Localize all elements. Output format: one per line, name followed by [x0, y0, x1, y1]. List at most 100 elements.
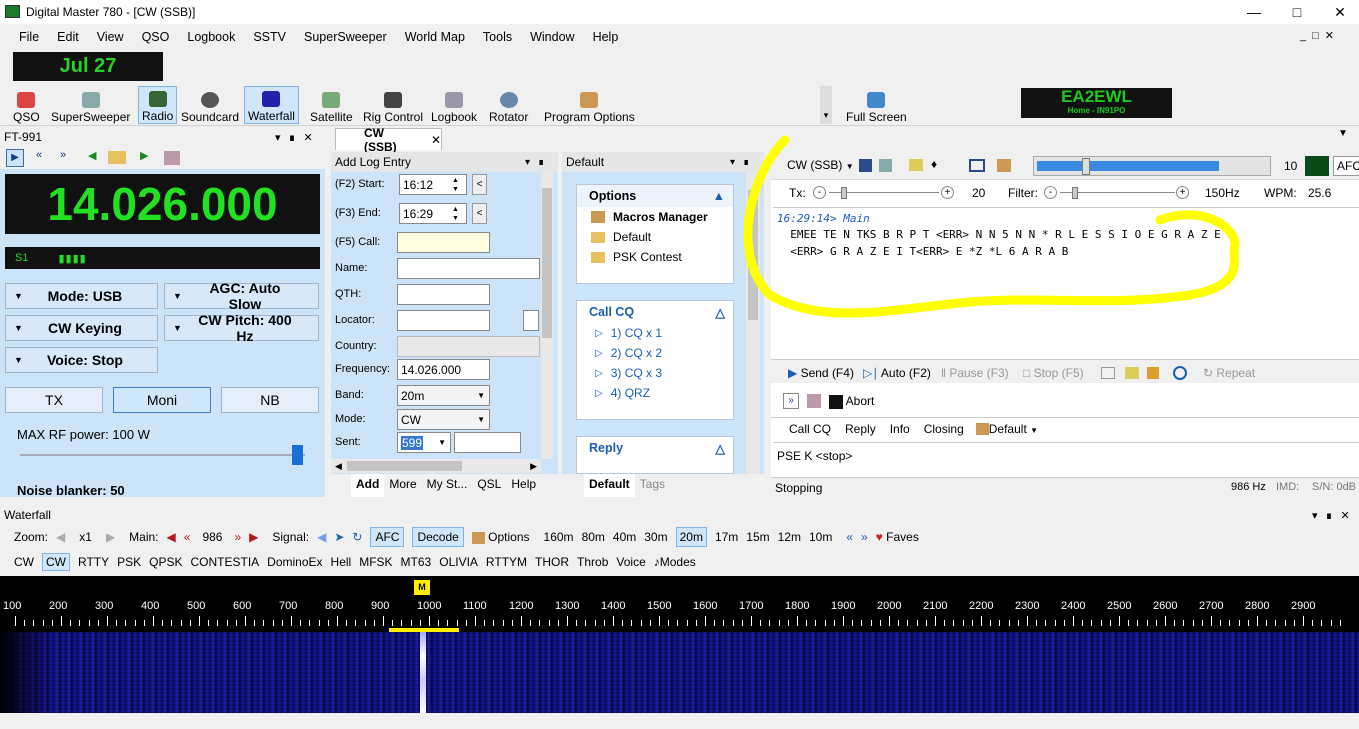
- call-field[interactable]: [397, 232, 490, 253]
- panel-controls[interactable]: ▾∎✕: [275, 131, 321, 144]
- main-fast-left-icon[interactable]: «: [184, 530, 191, 544]
- macro-default-dropdown[interactable]: Default ▼: [975, 422, 1038, 436]
- collapse-icon[interactable]: △: [715, 441, 725, 456]
- band-15m[interactable]: 15m: [746, 530, 769, 544]
- sent-select[interactable]: 599 ▼: [397, 432, 451, 453]
- mode-dominoex[interactable]: DominoEx: [267, 555, 322, 569]
- tab-qsl[interactable]: QSL: [472, 474, 506, 497]
- stop-button[interactable]: □ Stop (F5): [1023, 366, 1084, 380]
- voice-dropdown[interactable]: ▼ Voice: Stop: [5, 347, 158, 373]
- end-spinner[interactable]: ▲ ▼: [452, 205, 459, 223]
- tab-tags[interactable]: Tags: [635, 474, 670, 497]
- macro-link-reply[interactable]: Reply: [845, 422, 876, 436]
- panel-controls[interactable]: ▾∎: [525, 157, 552, 168]
- name-field[interactable]: [397, 258, 540, 279]
- mode-contestia[interactable]: CONTESTIA: [191, 555, 260, 569]
- lock-icon[interactable]: [1147, 367, 1159, 379]
- band-30m[interactable]: 30m: [644, 530, 667, 544]
- default-macro-item[interactable]: Default: [577, 227, 733, 247]
- mode-thor[interactable]: THOR: [535, 555, 569, 569]
- toolbar-waterfall[interactable]: Waterfall: [244, 86, 299, 124]
- clock-icon[interactable]: [1173, 366, 1187, 380]
- clear-icon[interactable]: [1101, 367, 1115, 379]
- next-arrow-icon[interactable]: ▶: [140, 149, 148, 162]
- agc-dropdown[interactable]: ▼ AGC: Auto Slow: [164, 280, 319, 312]
- band-160m[interactable]: 160m: [544, 530, 574, 544]
- toolbar-supersweeper[interactable]: SuperSweeper: [48, 86, 133, 124]
- mdi-controls[interactable]: _□✕: [1300, 29, 1340, 42]
- menu-tools[interactable]: Tools: [474, 30, 521, 44]
- mode-hell[interactable]: Hell: [331, 555, 352, 569]
- tab-my-station[interactable]: My St...: [422, 474, 473, 497]
- band-prev-icon[interactable]: «: [846, 530, 853, 544]
- signal-right-icon[interactable]: ➤: [334, 530, 344, 544]
- toolbar-radio[interactable]: Radio: [138, 86, 178, 124]
- menu-view[interactable]: View: [88, 30, 133, 44]
- repeat-button[interactable]: ↻ Repeat: [1203, 366, 1255, 380]
- start-now-button[interactable]: <: [472, 174, 487, 195]
- toolbar-program-options[interactable]: Program Options: [541, 86, 638, 124]
- cw-pitch-dropdown[interactable]: ▼ CW Pitch: 400 Hz: [164, 312, 319, 344]
- forward-icon[interactable]: »: [60, 149, 66, 161]
- callcq-item-4[interactable]: ▷ 4) QRZ: [577, 383, 733, 403]
- toolbar-rig-control[interactable]: Rig Control: [360, 86, 426, 124]
- mode-rttym[interactable]: RTTYM: [486, 555, 527, 569]
- menu-logbook[interactable]: Logbook: [178, 30, 244, 44]
- maximize-button[interactable]: □: [1274, 0, 1320, 24]
- rf-power-slider[interactable]: [20, 454, 305, 456]
- panel-controls[interactable]: ▾∎✕: [1312, 509, 1358, 522]
- mode-voice[interactable]: Voice: [616, 555, 645, 569]
- toolbar-satellite[interactable]: Satellite: [307, 86, 356, 124]
- band-next-icon[interactable]: »: [861, 530, 868, 544]
- callcq-item-3[interactable]: ▷ 3) CQ x 3: [577, 363, 733, 383]
- panel-overflow-icon[interactable]: ▼: [1338, 128, 1348, 139]
- send-button[interactable]: ▶ Send (F4): [788, 366, 854, 380]
- frequency-marker[interactable]: M: [414, 580, 430, 595]
- macro-link-closing[interactable]: Closing: [924, 422, 964, 436]
- menu-window[interactable]: Window: [521, 30, 583, 44]
- locator-extra-field[interactable]: [523, 310, 539, 331]
- eraser-icon[interactable]: [1125, 367, 1139, 379]
- menu-qso[interactable]: QSO: [133, 30, 179, 44]
- mode-olivia[interactable]: OLIVIA: [439, 555, 478, 569]
- auto-button[interactable]: ▷∣ Auto (F2): [863, 366, 931, 380]
- psk-contest-item[interactable]: PSK Contest: [577, 247, 733, 267]
- mode-select[interactable]: CW ▼: [397, 409, 490, 430]
- mode-qpsk[interactable]: QPSK: [149, 555, 182, 569]
- callcq-item-2[interactable]: ▷ 2) CQ x 2: [577, 343, 733, 363]
- main-right-icon[interactable]: ▶: [249, 530, 258, 544]
- menu-supersweeper[interactable]: SuperSweeper: [295, 30, 396, 44]
- mode-cw[interactable]: CW: [42, 553, 70, 571]
- wf-options-button[interactable]: Options: [471, 530, 530, 544]
- moni-button[interactable]: Moni: [113, 387, 211, 413]
- band-12m[interactable]: 12m: [778, 530, 801, 544]
- tab-help[interactable]: Help: [506, 474, 541, 497]
- main-fast-right-icon[interactable]: »: [234, 530, 241, 544]
- cw-keying-dropdown[interactable]: ▼ CW Keying: [5, 315, 158, 341]
- callcq-header[interactable]: Call CQ △: [577, 301, 733, 323]
- wf-afc-button[interactable]: AFC: [370, 527, 405, 547]
- toolbar-full-screen[interactable]: Full Screen: [843, 86, 910, 124]
- country-field[interactable]: [397, 336, 540, 357]
- toolbar-soundcard[interactable]: Soundcard: [178, 86, 242, 124]
- tab-default[interactable]: Default: [584, 474, 635, 497]
- rewind-icon[interactable]: «: [36, 149, 42, 161]
- band-20m[interactable]: 20m: [675, 527, 707, 547]
- collapse-icon[interactable]: △: [715, 305, 725, 320]
- toolbar-logbook[interactable]: Logbook: [428, 86, 480, 124]
- rf-power-thumb[interactable]: [292, 445, 303, 465]
- qth-field[interactable]: [397, 284, 490, 305]
- mode-dropdown[interactable]: ▼ Mode: USB: [5, 283, 158, 309]
- tab-cw-ssb[interactable]: CW (SSB) ✕: [335, 126, 442, 154]
- band-10m[interactable]: 10m: [809, 530, 832, 544]
- toolbar-overflow[interactable]: ▾: [820, 86, 832, 124]
- start-spinner[interactable]: ▲ ▼: [452, 176, 459, 194]
- menu-help[interactable]: Help: [584, 30, 628, 44]
- macro-link-callcq[interactable]: Call CQ: [789, 422, 831, 436]
- macro-options-icon[interactable]: [807, 394, 821, 408]
- mode-mfsk[interactable]: MFSK: [359, 555, 392, 569]
- minimize-button[interactable]: —: [1231, 0, 1277, 24]
- band-40m[interactable]: 40m: [613, 530, 636, 544]
- band-17m[interactable]: 17m: [715, 530, 738, 544]
- signal-sync-icon[interactable]: ↻: [352, 530, 362, 544]
